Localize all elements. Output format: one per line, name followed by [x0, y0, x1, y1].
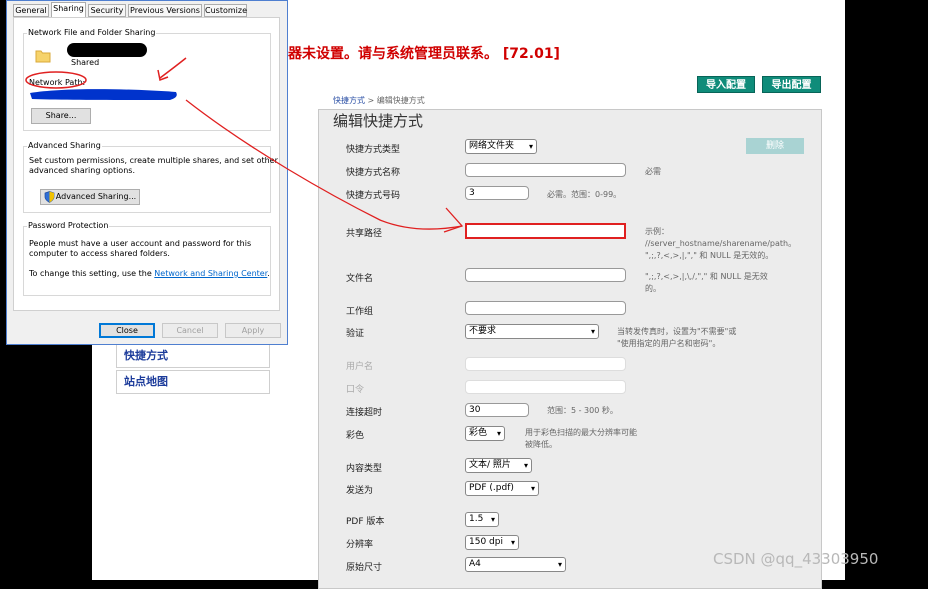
watermark: CSDN @qq_43303950	[713, 550, 879, 568]
red-arrow-long	[185, 99, 463, 230]
red-circle-mark	[25, 71, 87, 89]
blue-scribble-mark	[30, 89, 177, 100]
red-arrow-short	[159, 57, 187, 79]
annotation-overlay	[25, 57, 464, 233]
